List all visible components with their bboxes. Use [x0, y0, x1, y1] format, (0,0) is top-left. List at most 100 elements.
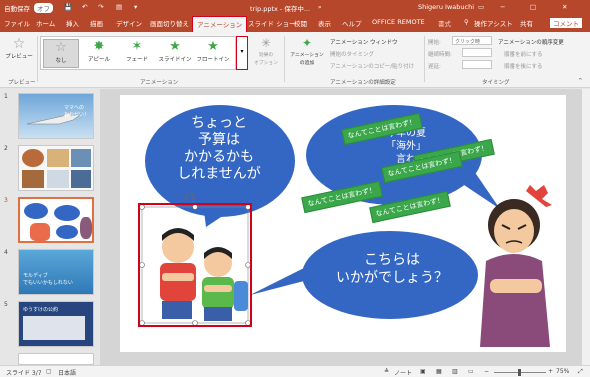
autosave-label: 自動保存 [4, 5, 30, 13]
ribbon-display-icon[interactable]: ▭ [478, 3, 484, 11]
add-animation-button[interactable]: ✦ アニメーション の追加 [288, 36, 326, 72]
notes-button[interactable]: ノート [394, 368, 412, 377]
bubble-shape [54, 205, 80, 221]
divider [37, 36, 38, 82]
share-button[interactable]: 共有 [520, 18, 533, 28]
fit-slide-icon[interactable]: ⤢ [578, 368, 583, 376]
effect-options-icon: ✳ [260, 36, 272, 50]
maximize-icon[interactable]: □ [530, 3, 536, 11]
star-icon: ★ [207, 39, 219, 54]
duration-input[interactable] [462, 48, 492, 57]
rotate-handle-icon[interactable] [184, 191, 198, 205]
slide-thumbnail-2[interactable]: 2 [4, 145, 96, 193]
add-animation-icon: ✦ [301, 36, 313, 50]
preview-button[interactable]: ☆ プレビュー [4, 36, 34, 70]
anim-fly-in[interactable]: ★ スライドイン [157, 39, 193, 68]
delay-input[interactable] [462, 60, 492, 69]
gallery-more-button[interactable]: ▾ [236, 36, 248, 70]
group-timing: タイミング [482, 80, 510, 86]
slide-counter: スライド 3/7 [6, 370, 42, 377]
tab-transitions[interactable]: 画面切り替え [150, 18, 189, 28]
effect-options-button[interactable]: ✳ 効果の オプション [252, 36, 280, 70]
slide-thumbnails-panel: 1 ママへの おねがい！ 2 3 4 モルディブ でもいいかもしれない 5 ゆう… [0, 89, 100, 365]
zoom-slider-thumb[interactable] [518, 369, 521, 376]
slide-thumbnail-1[interactable]: 1 ママへの おねがい！ [4, 93, 96, 141]
landscape-photo [71, 149, 91, 167]
reading-view-icon[interactable]: ▥ [452, 368, 458, 375]
zoom-out-icon[interactable]: − [484, 368, 489, 375]
tell-me-box[interactable]: 操作アシスト [474, 18, 513, 28]
slide-thumbnail-6[interactable] [4, 353, 96, 365]
boys-illustration [139, 204, 251, 326]
tab-review[interactable]: 校閲 [294, 18, 307, 28]
notes-icon[interactable]: ≜ [384, 368, 389, 375]
animation-painter-button[interactable]: アニメーションのコピー/貼り付け [330, 62, 414, 70]
star-icon: ✸ [93, 39, 105, 54]
tab-insert[interactable]: 挿入 [66, 18, 79, 28]
delay-label: 遅延: [428, 64, 441, 70]
search-icon[interactable]: ⌕ [318, 3, 322, 12]
undo-icon[interactable]: ↶ [82, 3, 87, 11]
tab-slideshow[interactable]: スライド ショー [248, 18, 296, 28]
bubble-2-text: こちらは いかがでしょう？ [336, 252, 448, 286]
ribbon: ☆ プレビュー プレビュー ☆ なし ✸ アピール ✶ フェード ★ スライドイ… [0, 32, 590, 88]
tab-home[interactable]: ホーム [36, 18, 55, 28]
redo-icon[interactable]: ↷ [98, 3, 103, 11]
bubble-shape [24, 203, 48, 219]
anim-none[interactable]: ☆ なし [43, 39, 79, 68]
window-title: trip.pptx - 保存中... [250, 5, 311, 13]
angry-mother-illustration [480, 185, 552, 347]
selected-image-highlight[interactable] [138, 203, 252, 327]
move-earlier-button[interactable]: 順番を前にする [504, 50, 543, 58]
slide-thumbnail-4[interactable]: 4 モルディブ でもいいかもしれない [4, 249, 96, 297]
anim-float-in[interactable]: ★ フロートイン [195, 39, 231, 68]
vertical-scrollbar[interactable] [582, 89, 590, 365]
zoom-in-icon[interactable]: + [548, 368, 553, 375]
tab-view[interactable]: 表示 [318, 18, 331, 28]
collapse-ribbon-icon[interactable]: ^ [578, 78, 583, 84]
text-box [23, 316, 85, 340]
animation-gallery: ☆ なし ✸ アピール ✶ フェード ★ スライドイン ★ フロートイン [40, 36, 236, 70]
tab-animations[interactable]: アニメーション [192, 16, 248, 32]
tab-design[interactable]: デザイン [116, 18, 142, 28]
language[interactable]: 日本語 [58, 368, 76, 377]
slideshow-view-icon[interactable]: ▭ [468, 368, 474, 375]
trigger-button[interactable]: 開始のタイミング [330, 50, 374, 58]
save-icon[interactable]: 💾 [64, 3, 72, 11]
anim-fade[interactable]: ✶ フェード [119, 39, 155, 68]
group-advanced: アニメーションの詳細設定 [330, 80, 396, 86]
comment-button[interactable]: コメント [550, 18, 582, 28]
user-name[interactable]: Shigeru Iwabuchi [418, 3, 474, 11]
tab-office-remote[interactable]: OFFICE REMOTE [372, 18, 425, 26]
autosave-toggle[interactable]: オフ [34, 3, 53, 13]
mother-illustration [80, 217, 92, 239]
title-bar: 自動保存 オフ 💾 ↶ ↷ ▤ ▾ trip.pptx - 保存中... ⌕ S… [0, 0, 590, 14]
current-slide: ちょっと 予算は かかるかも しれませんが 今年の夏 「海外」 言わ けど？ な… [120, 95, 566, 352]
animation-pane-button[interactable]: アニメーション ウィンドウ [330, 38, 398, 46]
spellcheck-icon[interactable]: ▢ [46, 368, 52, 375]
move-later-button[interactable]: 順番を後にする [504, 62, 543, 70]
present-icon[interactable]: ▤ [116, 3, 122, 11]
zoom-level[interactable]: 75% [556, 368, 569, 375]
reorder-label: アニメーションの順序変更 [498, 40, 564, 46]
boys-illustration [30, 223, 50, 241]
tab-file[interactable]: ファイル [4, 18, 30, 28]
tab-help[interactable]: ヘルプ [342, 18, 362, 28]
start-label: 開始: [428, 40, 441, 46]
food-photo [47, 149, 69, 167]
slide-thumbnail-3[interactable]: 3 [4, 197, 96, 245]
photo [71, 170, 91, 188]
tab-draw[interactable]: 描画 [90, 18, 103, 28]
minimize-icon[interactable]: − [500, 3, 505, 11]
slide-sorter-icon[interactable]: ▦ [436, 368, 442, 375]
close-icon[interactable]: ✕ [562, 3, 567, 11]
tell-me-icon[interactable]: ⚲ [464, 18, 469, 26]
anim-appear[interactable]: ✸ アピール [81, 39, 117, 68]
bubble-1-text: ちょっと 予算は かかるかも しれませんが [177, 115, 261, 182]
tab-format[interactable]: 書式 [438, 18, 451, 28]
customize-icon[interactable]: ▾ [134, 3, 137, 11]
status-bar: スライド 3/7 ▢ 日本語 ≜ ノート ▣ ▦ ▥ ▭ − + 75% ⤢ [0, 365, 590, 377]
start-select[interactable]: クリック時 [452, 36, 492, 45]
slide-thumbnail-5[interactable]: 5 ゆうすけの公約 [4, 301, 96, 349]
normal-view-icon[interactable]: ▣ [420, 368, 426, 375]
